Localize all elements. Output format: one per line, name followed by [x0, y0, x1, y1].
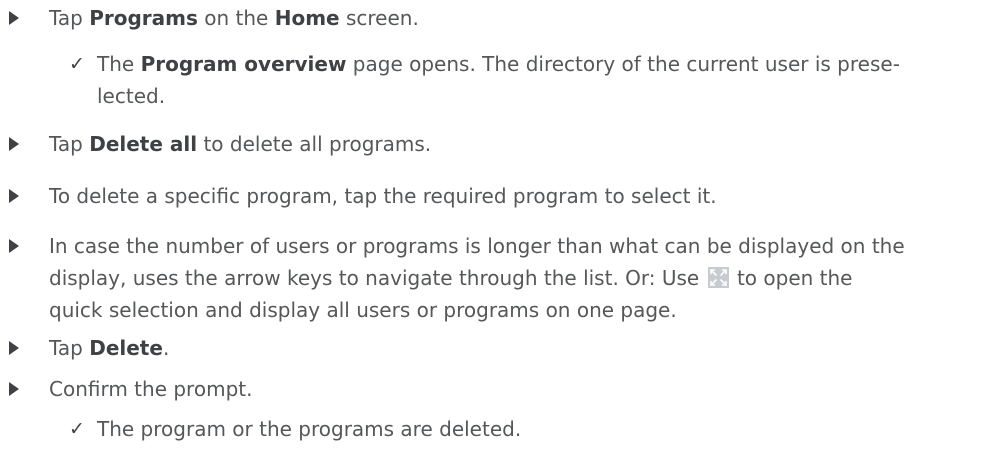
triangle-bullet-icon [9, 189, 19, 203]
result-line: The program or the programs are deleted. [97, 417, 522, 441]
program-overview-label: Program overview [140, 52, 347, 76]
delete-all-label: Delete all [89, 132, 198, 156]
expand-icon [707, 267, 729, 288]
step-tap-programs: Tap Programs on the Home screen. [0, 2, 989, 34]
triangle-bullet-icon [9, 137, 19, 151]
step-text: screen. [339, 6, 419, 30]
step-text: Tap [49, 6, 90, 30]
step-confirm-prompt: Confirm the prompt. [0, 373, 989, 405]
step-line: quick selection and display all users or… [49, 298, 677, 322]
step-delete-all: Tap Delete all to delete all programs. [0, 128, 989, 160]
step-tap-delete: Tap Delete. [0, 332, 989, 364]
step-navigate-list: In case the number of users or programs … [0, 230, 989, 326]
step-select-program: To delete a specific program, tap the re… [0, 180, 989, 212]
step-line: In case the number of users or programs … [49, 234, 905, 258]
triangle-bullet-icon [9, 11, 19, 25]
triangle-bullet-icon [9, 382, 19, 396]
result-line: lected. [97, 84, 166, 108]
step-text: on the [197, 6, 275, 30]
checkmark-icon: ✓ [69, 53, 85, 75]
step-line: display, uses the arrow keys to navigate… [49, 266, 853, 290]
home-label: Home [274, 6, 340, 30]
triangle-bullet-icon [9, 239, 19, 253]
programs-label: Programs [89, 6, 198, 30]
result-line: The Program overview page opens. The dir… [97, 52, 900, 76]
delete-label: Delete [89, 336, 163, 360]
checkmark-icon: ✓ [69, 418, 85, 440]
result-program-overview: ✓ The Program overview page opens. The d… [0, 48, 987, 112]
result-programs-deleted: ✓ The program or the programs are delete… [0, 413, 987, 445]
triangle-bullet-icon [9, 341, 19, 355]
